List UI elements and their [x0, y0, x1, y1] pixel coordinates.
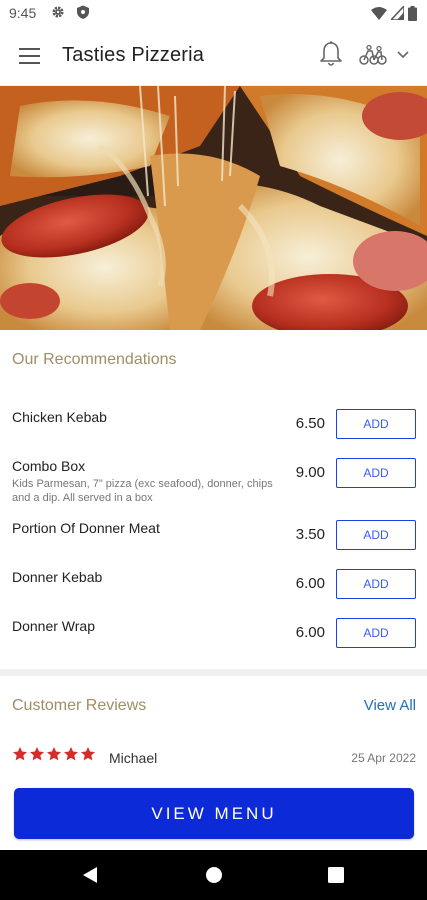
item-name: Combo Box	[12, 458, 86, 474]
view-all-link[interactable]: View All	[364, 697, 416, 714]
review-date: 25 Apr 2022	[351, 751, 416, 765]
chevron-down-icon[interactable]	[396, 50, 410, 60]
item-name: Donner Wrap	[12, 618, 96, 634]
add-button[interactable]: ADD	[336, 618, 416, 648]
gear-icon	[52, 6, 64, 18]
status-icons	[371, 5, 417, 21]
item-price: 6.50	[295, 415, 325, 432]
battery-icon	[408, 5, 417, 21]
reviewer-name: Michael	[109, 750, 158, 766]
item-name: Chicken Kebab	[12, 409, 107, 425]
navigation-bar	[0, 850, 427, 900]
view-menu-button[interactable]: VIEW MENU	[14, 788, 414, 839]
app-bar: Tasties Pizzeria	[0, 26, 427, 86]
page-title: Tasties Pizzeria	[62, 44, 205, 66]
section-divider	[0, 669, 427, 676]
add-button[interactable]: ADD	[336, 569, 416, 599]
add-button[interactable]: ADD	[336, 458, 416, 488]
star-icon	[47, 747, 61, 761]
status-bar: 9:45	[0, 0, 427, 26]
bell-icon[interactable]	[318, 40, 344, 68]
star-icon	[81, 747, 95, 761]
item-description: Kids Parmesan, 7" pizza (exc seafood), d…	[12, 478, 273, 504]
star-icon	[64, 747, 78, 761]
item-price: 9.00	[295, 464, 325, 481]
back-icon[interactable]	[80, 865, 100, 885]
item-name: Donner Kebab	[12, 569, 103, 585]
menu-icon[interactable]	[18, 44, 42, 68]
item-price: 3.50	[295, 526, 325, 543]
recommendations-title: Our Recommendations	[12, 351, 177, 368]
star-rating	[12, 746, 96, 762]
status-time: 9:45	[9, 5, 37, 21]
add-button[interactable]: ADD	[336, 520, 416, 550]
shield-icon	[77, 5, 89, 19]
star-icon	[13, 747, 27, 761]
item-name: Portion Of Donner Meat	[12, 520, 160, 536]
star-icon	[30, 747, 44, 761]
add-button[interactable]: ADD	[336, 409, 416, 439]
reviews-title: Customer Reviews	[12, 697, 147, 714]
item-price: 6.00	[295, 575, 325, 592]
delivery-bikes-icon[interactable]	[358, 44, 388, 66]
recent-apps-icon[interactable]	[328, 867, 344, 883]
pizza-photo	[0, 86, 427, 330]
hero-image	[0, 86, 427, 330]
home-icon[interactable]	[205, 866, 223, 884]
wifi-icon	[371, 7, 387, 20]
signal-icon	[391, 6, 404, 20]
item-price: 6.00	[295, 624, 325, 641]
